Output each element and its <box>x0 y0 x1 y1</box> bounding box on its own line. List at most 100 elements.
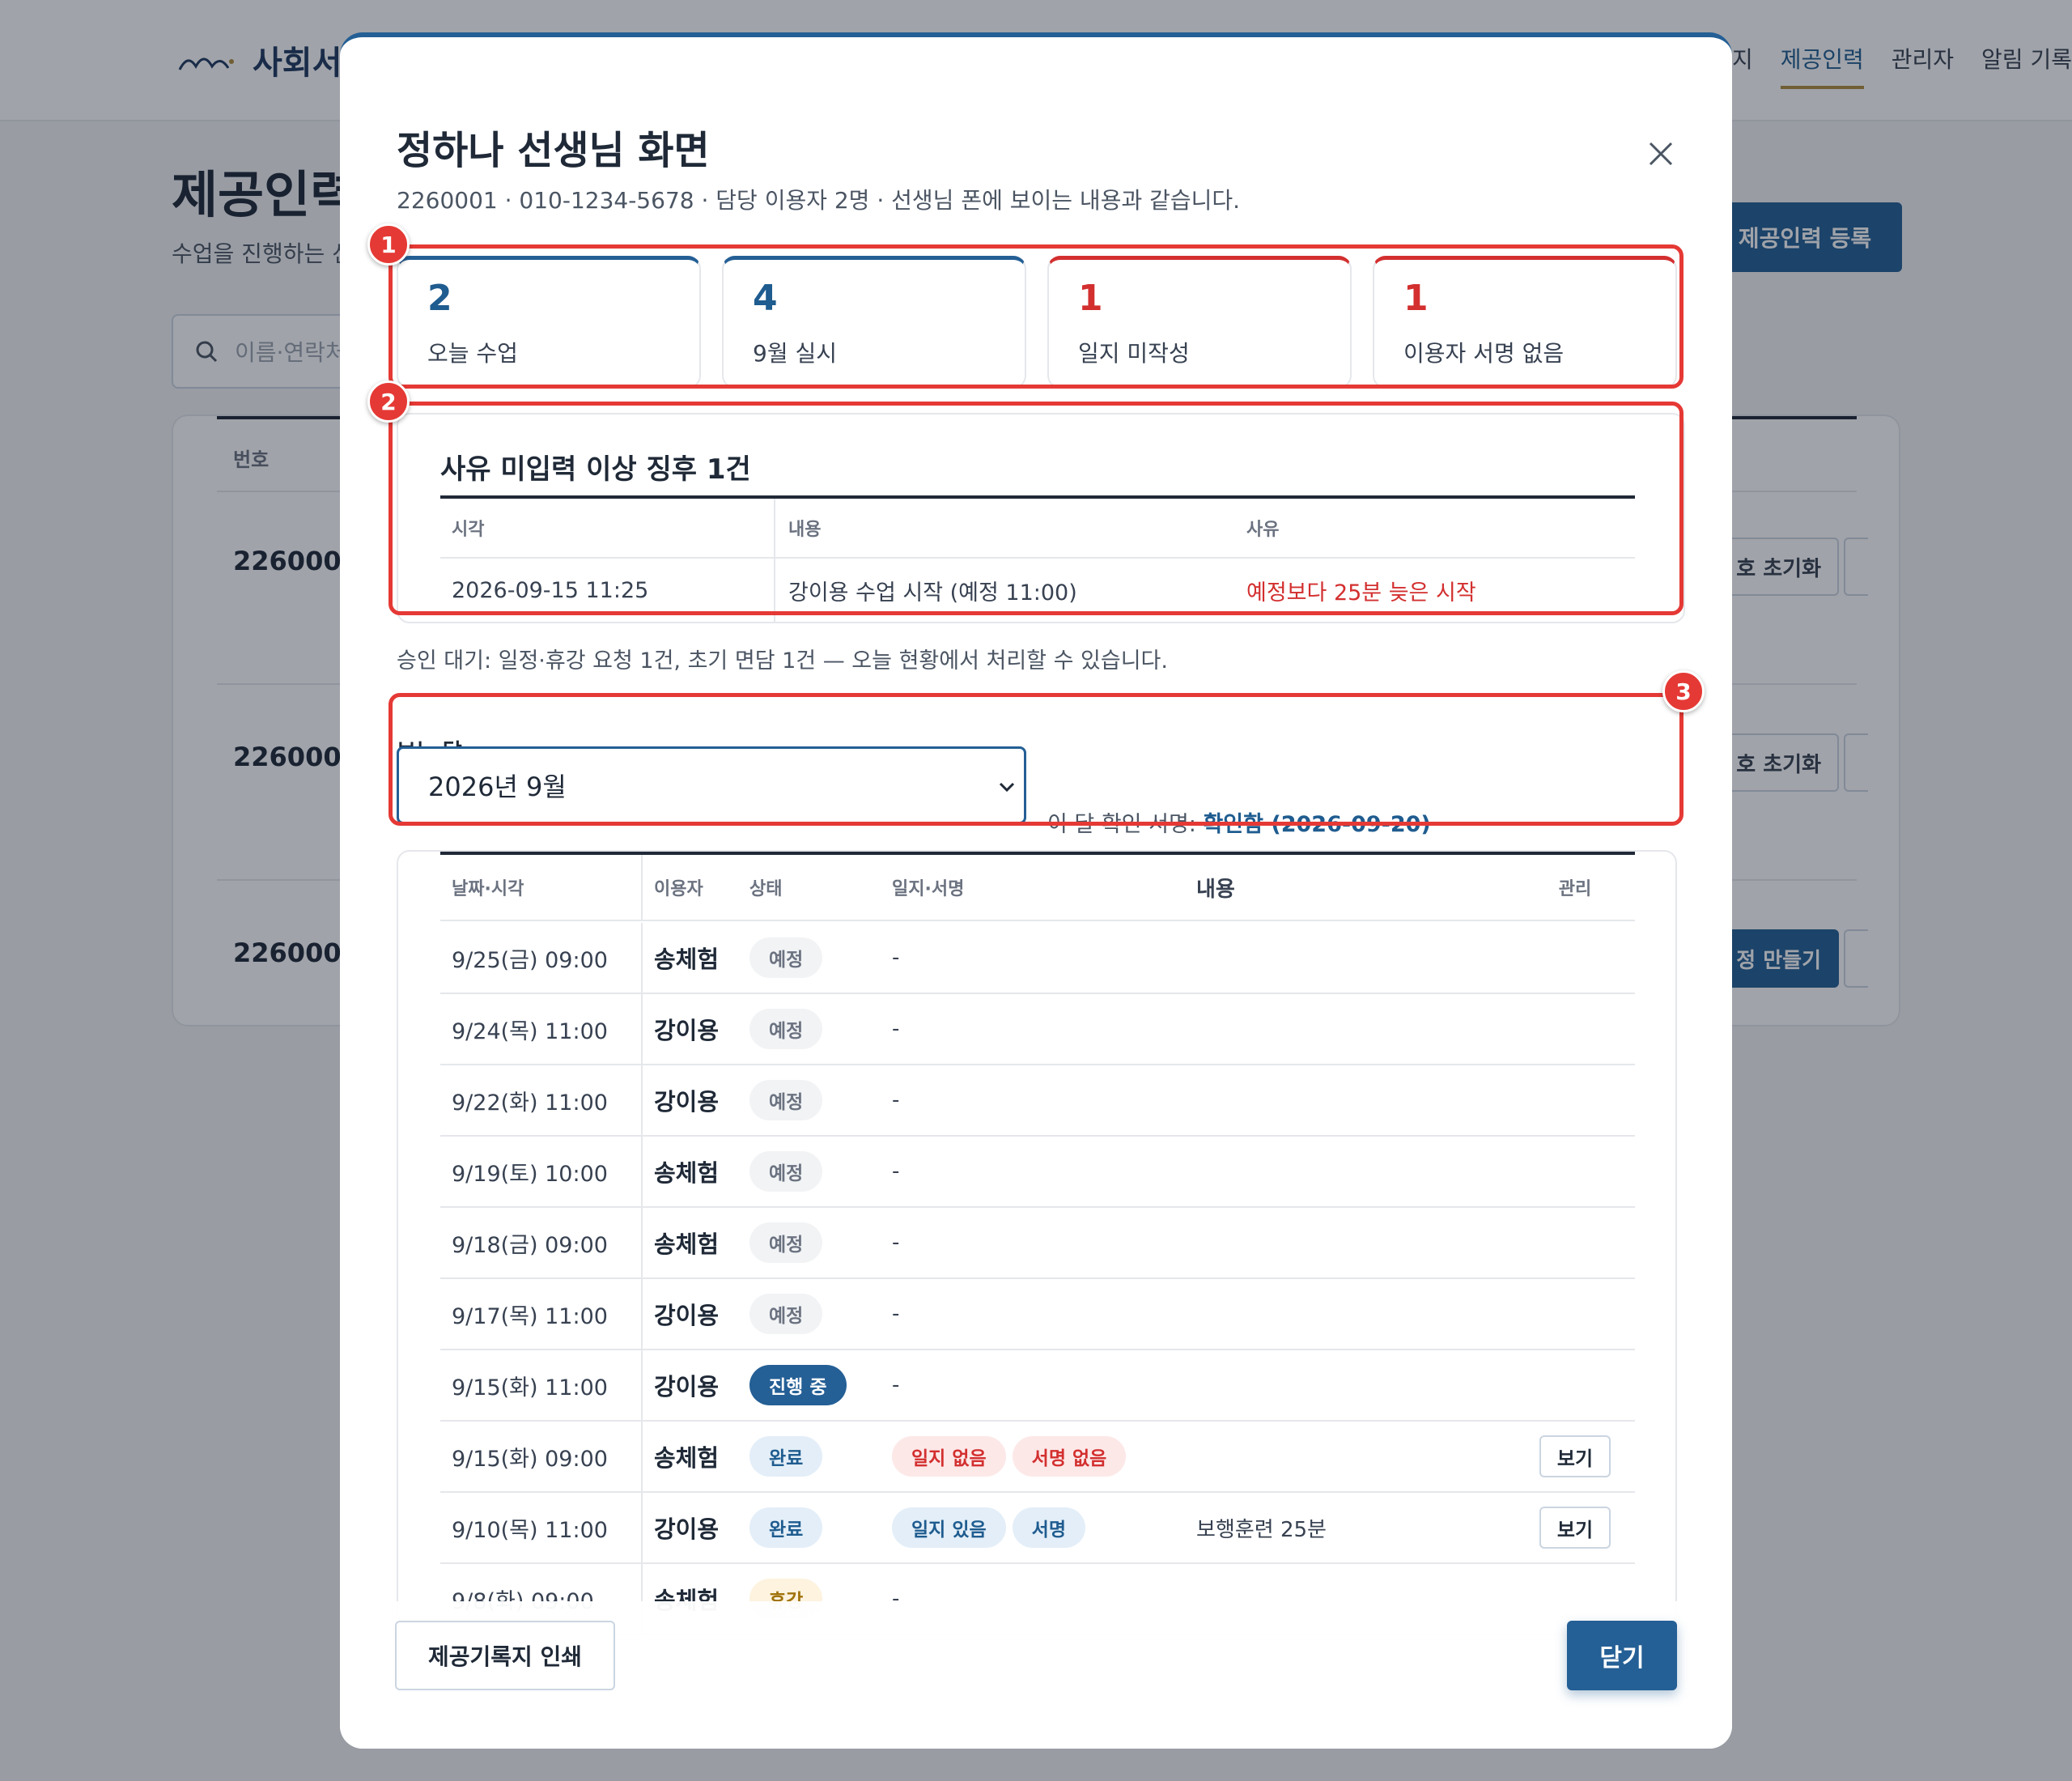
view-button[interactable]: 보기 <box>1539 1507 1611 1549</box>
empty-mark: - <box>892 1231 900 1255</box>
schedule-date: 9/22(화) 11:00 <box>440 1065 643 1135</box>
log-badge: 일지 있음 <box>892 1507 1006 1548</box>
status-badge: 완료 <box>749 1436 823 1477</box>
stat-label: 오늘 수업 <box>427 340 518 367</box>
empty-mark: - <box>892 1159 900 1184</box>
status-badge: 진행 중 <box>749 1365 847 1405</box>
column-header-reason: 사유 <box>1246 520 1280 540</box>
stat-card-month-done: 4 9월 실시 <box>722 256 1026 389</box>
anomaly-table-header: 시각 내용 사유 <box>440 499 1635 559</box>
status-badge: 예정 <box>749 1294 823 1334</box>
schedule-user: 송체험 <box>654 1444 720 1472</box>
schedule-date: 9/17(목) 11:00 <box>440 1279 643 1349</box>
column-header-status: 상태 <box>749 879 783 899</box>
schedule-user: 강이용 <box>654 1515 720 1543</box>
anomaly-row: 2026-09-15 11:25 강이용 수업 시작 (예정 11:00) 예정… <box>440 559 1635 622</box>
status-badge: 예정 <box>749 1009 823 1049</box>
status-badge: 예정 <box>749 1151 823 1192</box>
stat-value: 2 <box>427 278 452 319</box>
schedule-user: 강이용 <box>654 1302 720 1329</box>
schedule-table-header: 날짜·시각 이용자 상태 일지·서명 내용 관리 <box>440 855 1635 921</box>
modal-title: 정하나 선생님 화면 <box>397 128 710 173</box>
column-header-time: 시각 <box>440 499 775 557</box>
print-record-button[interactable]: 제공기록지 인쇄 <box>395 1621 615 1690</box>
schedule-row: 9/17(목) 11:00 강이용 예정 - <box>440 1279 1635 1350</box>
schedule-row: 9/15(화) 09:00 송체험 완료 일지 없음 서명 없음 보기 <box>440 1422 1635 1493</box>
stat-label: 일지 미작성 <box>1078 340 1190 367</box>
log-signature-cell: - <box>892 1231 1196 1255</box>
schedule-user: 송체험 <box>654 1231 720 1258</box>
monthly-confirmation: 이 달 확인 서명: 확인함 (2026-09-20) <box>1047 806 1431 838</box>
log-signature-cell: 일지 있음 서명 <box>892 1507 1196 1548</box>
log-signature-cell: 일지 없음 서명 없음 <box>892 1436 1196 1477</box>
column-header-date: 날짜·시각 <box>440 855 643 920</box>
confirmation-value: 확인함 (2026-09-20) <box>1203 812 1431 837</box>
log-badge: 서명 없음 <box>1012 1436 1127 1477</box>
stat-value: 4 <box>753 278 778 319</box>
schedule-date: 9/18(금) 09:00 <box>440 1208 643 1277</box>
stat-label: 이용자 서명 없음 <box>1403 340 1565 367</box>
log-signature-cell: - <box>892 1159 1196 1184</box>
confirmation-label: 이 달 확인 서명: <box>1047 812 1204 837</box>
log-signature-cell: - <box>892 1088 1196 1112</box>
status-badge: 예정 <box>749 1080 823 1120</box>
log-signature-cell: - <box>892 1302 1196 1326</box>
annotation-badge-3: 3 <box>1662 670 1705 712</box>
schedule-row: 9/22(화) 11:00 강이용 예정 - <box>440 1065 1635 1137</box>
schedule-row: 9/25(금) 09:00 송체험 예정 - <box>440 923 1635 994</box>
schedule-date: 9/15(화) 11:00 <box>440 1350 643 1420</box>
empty-mark: - <box>892 946 900 970</box>
schedule-user: 송체험 <box>654 946 720 973</box>
schedule-user: 강이용 <box>654 1088 720 1116</box>
close-icon[interactable] <box>1635 128 1687 180</box>
stat-label: 9월 실시 <box>753 340 837 367</box>
schedule-row: 9/19(토) 10:00 송체험 예정 - <box>440 1137 1635 1208</box>
empty-mark: - <box>892 1302 900 1326</box>
schedule-note: 보행훈련 25분 <box>1196 1517 1327 1542</box>
modal-footer: 제공기록지 인쇄 닫기 <box>340 1601 1732 1749</box>
annotation-badge-1: 1 <box>367 223 410 266</box>
column-header-user: 이용자 <box>654 879 703 899</box>
log-signature-cell: - <box>892 946 1196 970</box>
modal-subtitle: 2260001 · 010-1234-5678 · 담당 이용자 2명 · 선생… <box>397 187 1241 214</box>
empty-mark: - <box>892 1088 900 1112</box>
stat-value: 1 <box>1078 278 1103 319</box>
pending-approval-note: 승인 대기: 일정·휴강 요청 1건, 초기 면담 1건 — 오늘 현황에서 처… <box>397 648 1168 674</box>
status-badge: 완료 <box>749 1507 823 1548</box>
log-badge: 일지 없음 <box>892 1436 1006 1477</box>
empty-mark: - <box>892 1017 900 1041</box>
schedule-user: 강이용 <box>654 1373 720 1401</box>
schedule-user: 강이용 <box>654 1017 720 1044</box>
schedule-date: 9/15(화) 09:00 <box>440 1422 643 1491</box>
view-button[interactable]: 보기 <box>1539 1435 1611 1477</box>
schedule-row: 9/10(목) 11:00 강이용 완료 일지 있음 서명 보행훈련 25분 보기 <box>440 1493 1635 1564</box>
close-button[interactable]: 닫기 <box>1567 1621 1677 1690</box>
empty-mark: - <box>892 1373 900 1397</box>
schedule-row: 9/18(금) 09:00 송체험 예정 - <box>440 1208 1635 1279</box>
schedule-date: 9/19(토) 10:00 <box>440 1137 643 1206</box>
status-badge: 예정 <box>749 937 823 978</box>
anomaly-panel: 사유 미입력 이상 징후 1건 시각 내용 사유 2026-09-15 11:2… <box>397 413 1685 623</box>
teacher-view-modal: 정하나 선생님 화면 2260001 · 010-1234-5678 · 담당 … <box>340 32 1732 1749</box>
anomaly-title: 사유 미입력 이상 징후 1건 <box>440 453 751 486</box>
month-select[interactable]: 2026년 9월 <box>397 746 1026 824</box>
schedule-date: 9/24(목) 11:00 <box>440 994 643 1064</box>
annotation-badge-2: 2 <box>367 380 410 423</box>
column-header-content: 내용 <box>1196 877 1235 902</box>
schedule-row: 9/24(목) 11:00 강이용 예정 - <box>440 994 1635 1065</box>
stat-card-signature-missing: 1 이용자 서명 없음 <box>1373 256 1677 389</box>
anomaly-content: 강이용 수업 시작 (예정 11:00) <box>788 580 1077 606</box>
status-badge: 예정 <box>749 1222 823 1263</box>
anomaly-time: 2026-09-15 11:25 <box>440 559 775 622</box>
stat-cards: 2 오늘 수업 4 9월 실시 1 일지 미작성 1 이용자 서명 없음 <box>397 256 1685 389</box>
log-badge: 서명 <box>1012 1507 1085 1548</box>
schedule-date: 9/25(금) 09:00 <box>440 923 643 993</box>
stat-card-log-missing: 1 일지 미작성 <box>1047 256 1352 389</box>
stat-value: 1 <box>1403 278 1429 319</box>
column-header-content: 내용 <box>788 520 822 540</box>
schedule-user: 송체험 <box>654 1159 720 1187</box>
log-signature-cell: - <box>892 1373 1196 1397</box>
column-header-log: 일지·서명 <box>892 879 965 899</box>
anomaly-reason: 예정보다 25분 늦은 시작 <box>1246 580 1476 606</box>
column-header-manage: 관리 <box>1558 879 1592 899</box>
